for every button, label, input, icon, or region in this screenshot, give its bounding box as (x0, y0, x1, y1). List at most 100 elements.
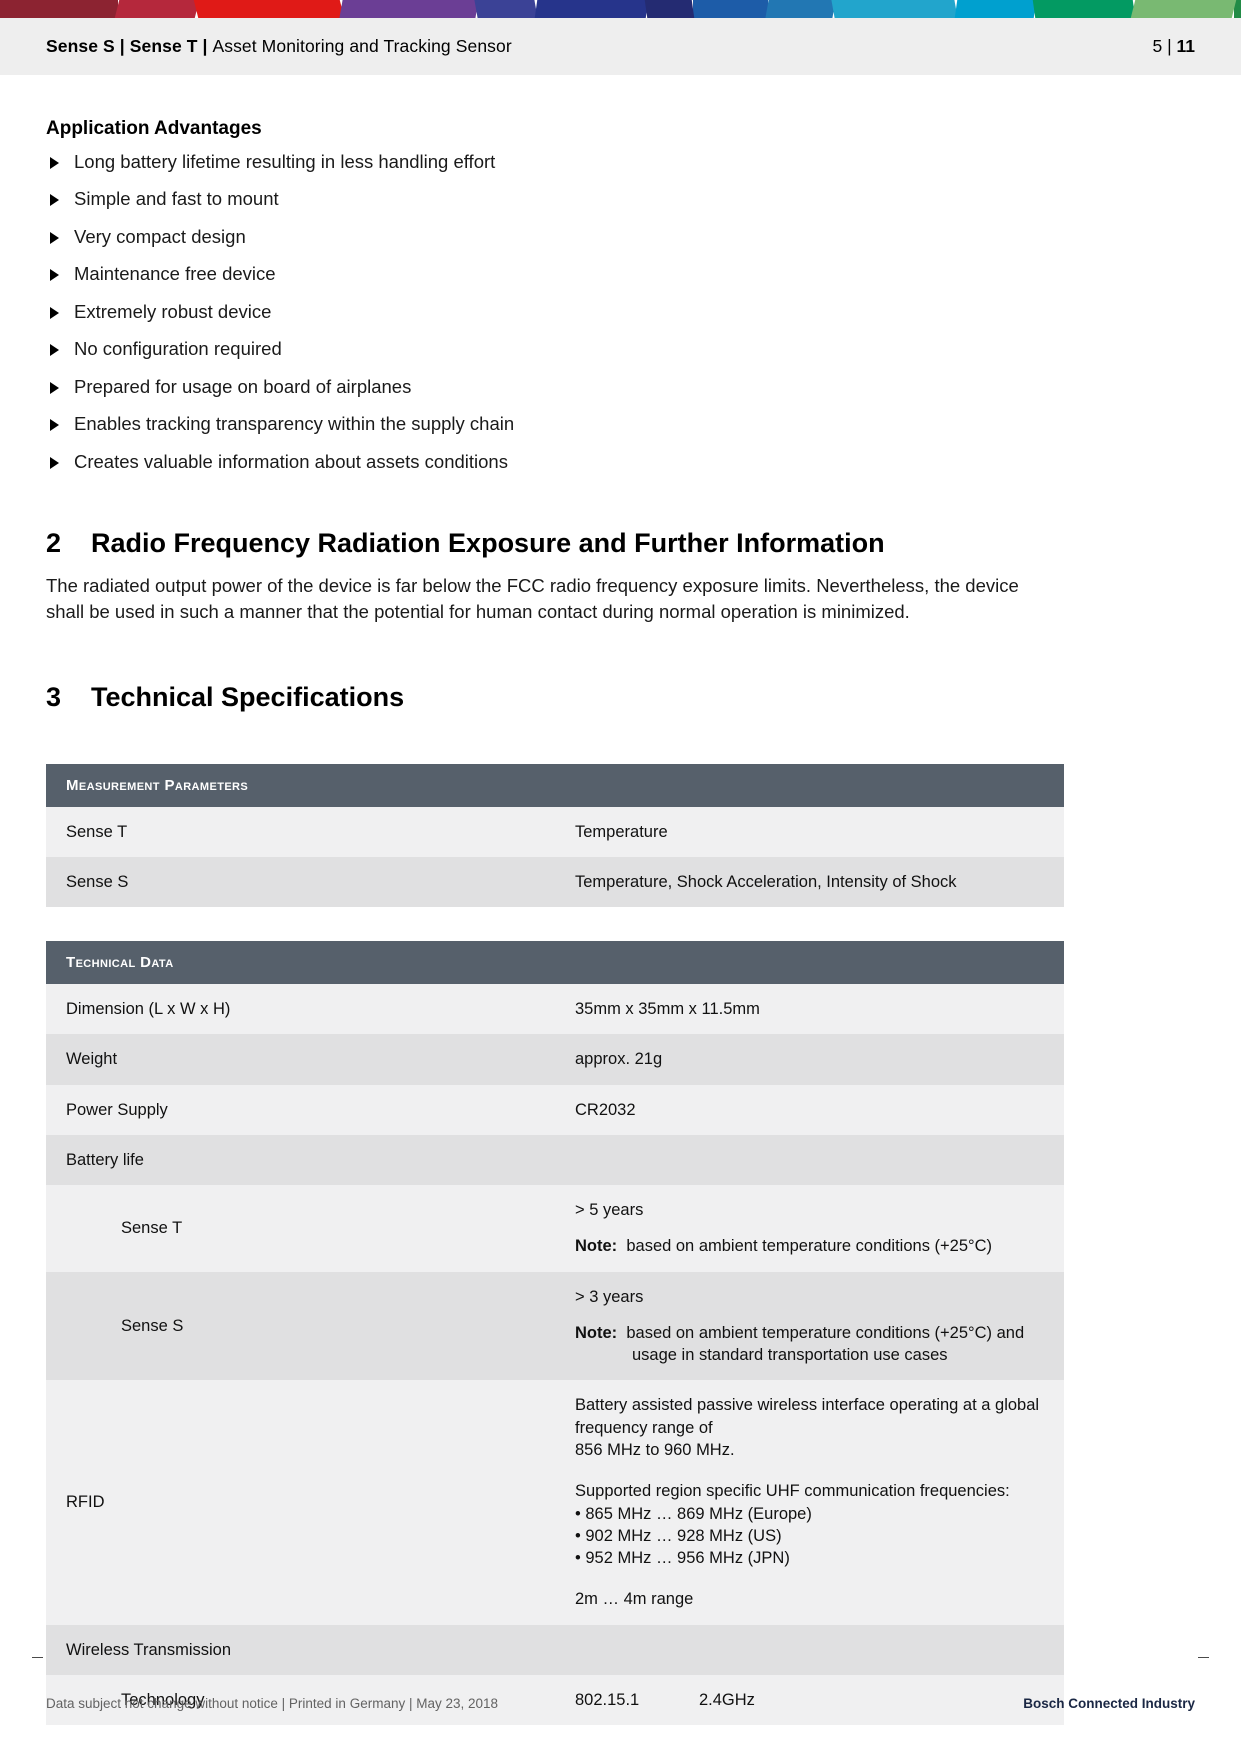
section-3-title: Technical Specifications (91, 682, 405, 713)
technical-data-table-title: Technical Data (46, 941, 1064, 985)
header-product-secondary: Sense T (129, 36, 198, 56)
crop-mark-right (1198, 1657, 1209, 1658)
list-item-label: No configuration required (74, 338, 282, 360)
list-item: Enables tracking transparency within the… (46, 415, 1195, 434)
triangle-bullet-icon (50, 194, 59, 207)
weight-label: Weight (46, 1034, 555, 1085)
dimension-label: Dimension (L x W x H) (46, 984, 555, 1035)
triangle-bullet-icon (50, 344, 59, 357)
section-3-number: 3 (46, 682, 62, 713)
dimension-value: 35mm x 35mm x 11.5mm (555, 984, 1064, 1035)
battery-sense-s-note: Note: based on ambient temperature condi… (575, 1322, 1050, 1367)
page-number-total: 11 (1176, 36, 1196, 56)
battery-sense-s-label: Sense S (46, 1271, 555, 1381)
color-bar-segment (474, 0, 538, 18)
list-item-label: Enables tracking transparency within the… (74, 413, 515, 435)
rfid-frequency-list: • 865 MHz … 869 MHz (Europe) • 902 MHz … … (575, 1503, 1050, 1570)
list-item: Very compact design (46, 225, 1195, 247)
footer-legal-text: Data subject not change without notice |… (46, 1696, 499, 1711)
page-footer: Data subject not change without notice |… (0, 1696, 1241, 1711)
rfid-intro: Battery assisted passive wireless interf… (575, 1394, 1050, 1461)
power-supply-label: Power Supply (46, 1084, 555, 1135)
color-bar-segment (534, 0, 648, 18)
page-header: Sense S | Sense T | Asset Monitoring and… (0, 18, 1241, 75)
page-number-separator: | (1162, 36, 1177, 56)
section-2-paragraph: The radiated output power of the device … (46, 574, 1019, 622)
color-bar-segment (339, 0, 479, 18)
measurement-row-value: Temperature, Shock Acceleration, Intensi… (555, 856, 1064, 908)
table-row-weight: Weight approx. 21g (46, 1034, 1064, 1085)
list-item: Extremely robust device (46, 300, 1195, 322)
list-item: Long battery lifetime resulting in less … (46, 150, 1195, 172)
weight-value: approx. 21g (555, 1034, 1064, 1085)
list-item: Creates valuable information about asset… (46, 452, 1195, 472)
header-separator-1: | (114, 36, 130, 56)
rfid-frequency-item: • 865 MHz … 869 MHz (Europe) (575, 1504, 812, 1523)
color-bar-segment (765, 0, 836, 18)
color-bar-segment (644, 0, 695, 18)
list-item-label: Long battery lifetime resulting in less … (74, 150, 496, 172)
list-item-label: Extremely robust device (74, 300, 272, 322)
table-row-battery-life: Battery life (46, 1134, 1064, 1186)
battery-sense-t-years: > 5 years (575, 1201, 644, 1220)
list-item-label: Simple and fast to mount (74, 188, 279, 210)
triangle-bullet-icon (50, 306, 59, 319)
color-bar-segment (0, 0, 118, 18)
list-item: Prepared for usage on board of airplanes (46, 375, 1195, 397)
footer-brand: Bosch Connected Industry (1023, 1696, 1195, 1711)
battery-sense-t-note: Note: based on ambient temperature condi… (575, 1235, 1050, 1257)
note-text-line-1: based on ambient temperature conditions … (626, 1323, 1025, 1342)
rfid-intro-line-2: 856 MHz to 960 MHz. (575, 1441, 735, 1460)
battery-sense-t-value: > 5 years Note: based on ambient tempera… (555, 1185, 1064, 1272)
measurement-row-label: Sense S (46, 856, 555, 908)
page-content: Application Advantages Long battery life… (0, 75, 1241, 1726)
battery-life-value (555, 1134, 1064, 1186)
application-advantages-list: Long battery lifetime resulting in less … (46, 150, 1195, 472)
table-row: Sense S Temperature, Shock Acceleration,… (46, 856, 1064, 908)
table-row-power-supply: Power Supply CR2032 (46, 1084, 1064, 1135)
table-row-battery-sense-s: Sense S > 3 years Note: based on ambient… (46, 1271, 1064, 1381)
rfid-value: Battery assisted passive wireless interf… (555, 1380, 1064, 1625)
table-row-battery-sense-t: Sense T > 5 years Note: based on ambient… (46, 1185, 1064, 1272)
rfid-frequencies-heading: Supported region specific UHF communicat… (575, 1482, 1010, 1501)
header-subtitle: Asset Monitoring and Tracking Sensor (212, 36, 512, 56)
table-header-row: Measurement Parameters (46, 763, 1064, 807)
table-row-dimension: Dimension (L x W x H) 35mm x 35mm x 11.5… (46, 984, 1064, 1035)
header-title: Sense S | Sense T | Asset Monitoring and… (46, 36, 512, 57)
list-item: No configuration required (46, 340, 1195, 359)
color-bar-segment (1130, 0, 1237, 18)
technical-data-table: Technical Data Dimension (L x W x H) 35m… (46, 941, 1064, 1726)
measurement-parameters-table: Measurement Parameters Sense T Temperatu… (46, 763, 1064, 908)
measurement-row-value: Temperature (555, 806, 1064, 857)
list-item-label: Maintenance free device (74, 263, 276, 285)
table-row-rfid: RFID Battery assisted passive wireless i… (46, 1380, 1064, 1625)
color-bar-segment (692, 0, 768, 18)
crop-mark-left (32, 1657, 43, 1658)
triangle-bullet-icon (50, 381, 59, 394)
application-advantages-heading: Application Advantages (46, 118, 262, 139)
list-item: Simple and fast to mount (46, 190, 1195, 209)
wireless-transmission-label: Wireless Transmission (46, 1624, 555, 1675)
section-2-title: Radio Frequency Radiation Exposure and F… (91, 528, 885, 559)
triangle-bullet-icon (50, 456, 59, 469)
section-3-heading: 3 Technical Specifications (46, 681, 1195, 713)
page-number: 5 | 11 (1152, 36, 1195, 57)
triangle-bullet-icon (50, 419, 59, 432)
list-item-label: Prepared for usage on board of airplanes (74, 375, 412, 397)
color-bar-segment (831, 0, 958, 18)
note-prefix: Note: (575, 1323, 618, 1342)
list-item-label: Very compact design (74, 225, 246, 247)
color-bar-segment (1032, 0, 1136, 18)
rfid-frequency-item: • 902 MHz … 928 MHz (US) (575, 1526, 782, 1545)
battery-sense-s-value: > 3 years Note: based on ambient tempera… (555, 1271, 1064, 1381)
header-separator-2: | (197, 36, 213, 56)
battery-life-label: Battery life (46, 1134, 555, 1186)
note-prefix: Note: (575, 1237, 618, 1256)
header-product-primary: Sense S (46, 36, 115, 56)
list-item: Maintenance free device (46, 265, 1195, 284)
rfid-label: RFID (46, 1380, 555, 1625)
measurement-parameters-table-title: Measurement Parameters (46, 763, 1064, 807)
table-header-row: Technical Data (46, 941, 1064, 985)
battery-sense-t-label: Sense T (46, 1185, 555, 1272)
